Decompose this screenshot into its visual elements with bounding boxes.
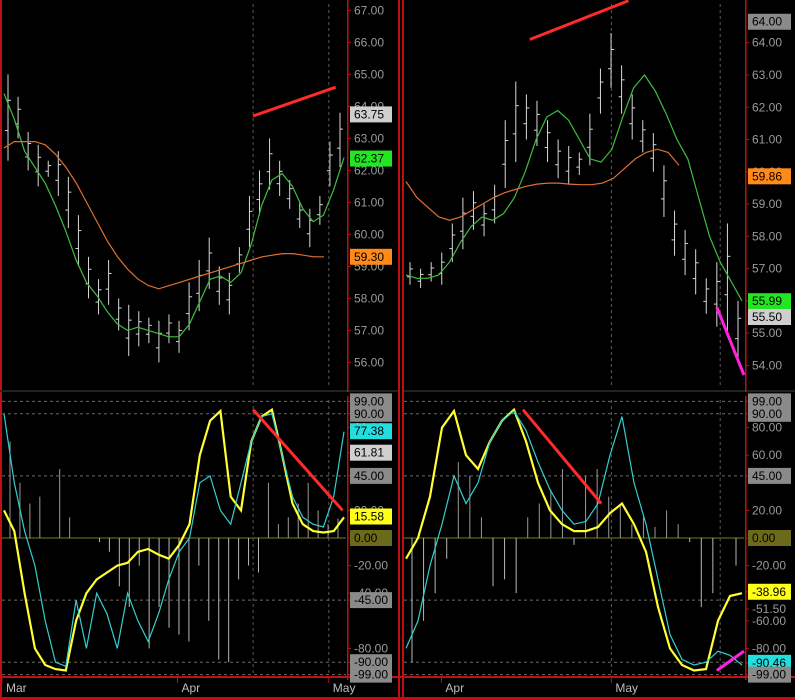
right-price-value-badge-label-2: 55.99 [752,294,782,308]
left-price-tick-label-1: 66.00 [354,35,384,49]
left-oscillator-tick-label-10: -80.00 [354,641,388,655]
left-price-tick-label-7: 60.00 [354,227,384,241]
right-oscillator-tick-label-11: -80.00 [752,641,786,655]
left-price-value-badge-label-2: 59.30 [354,250,384,264]
frame-right-pane-divider [404,390,795,392]
right-oscillator-value-badge-label-2: 45.00 [752,469,782,483]
left-price-tick-label-11: 56.00 [354,355,384,369]
frame-left-pane-divider [0,390,398,392]
left-oscillator-value-badge-label-1: 90.00 [354,407,384,421]
right-price-tick-label-0: 64.00 [752,36,782,50]
right-oscillator-value-badge-label-1: 90.00 [752,407,782,421]
left-price-tick-label-2: 65.00 [354,67,384,81]
left-oscillator-tick-label-7: -20.00 [354,559,388,573]
right-price-x-label-0: Apr [445,681,464,695]
right-oscillator-tick-label-5: 20.00 [752,503,782,517]
right-price-tick-label-3: 61.00 [752,133,782,147]
left-oscillator-value-badge-label-9: -99.00 [354,668,388,682]
left-oscillator-value-badge-label-7: -45.00 [354,593,388,607]
background [0,0,795,700]
left-oscillator-value-badge-label-6: 0.00 [354,531,378,545]
right-price-tick-label-7: 57.00 [752,262,782,276]
right-oscillator-tick-label-2: 80.00 [752,421,782,435]
right-price-tick-label-10: 54.00 [752,358,782,372]
left-price-tick-label-9: 58.00 [354,291,384,305]
left-oscillator-value-badge-label-3: 61.81 [354,446,384,460]
right-price-tick-label-6: 58.00 [752,229,782,243]
right-oscillator-tick-label-7: -20.00 [752,559,786,573]
right-price-value-badge-label-3: 55.50 [752,310,782,324]
left-price-tick-label-4: 63.00 [354,131,384,145]
left-price-tick-label-6: 61.00 [354,195,384,209]
frame-middle-separator-2 [402,0,404,700]
left-oscillator-value-badge-label-2: 77.38 [354,424,384,438]
right-price-tick-label-2: 62.00 [752,100,782,114]
left-oscillator-value-badge-label-4: 45.00 [354,469,384,483]
left-oscillator-value-badge-label-5: 15.58 [354,509,384,523]
left-price-x-label-0: Mar [6,681,27,695]
left-price-tick-label-10: 57.00 [354,323,384,337]
right-price-tick-label-5: 59.00 [752,197,782,211]
left-price-value-badge-label-0: 63.75 [354,107,384,121]
right-oscillator-value-badge-label-3: 0.00 [752,531,776,545]
left-price-value-badge-label-1: 62.37 [354,152,384,166]
right-price-tick-label-9: 55.00 [752,326,782,340]
frame-left-edge [0,0,2,700]
left-price-axis-line [347,0,349,392]
right-oscillator-value-badge-label-6: -99.00 [752,668,786,682]
right-oscillator-tick-label-3: 60.00 [752,448,782,462]
right-oscillator-value-badge-label-4: -38.96 [752,585,786,599]
right-oscillator-tick-label-10: -60.00 [752,614,786,628]
frame-date-axis-top [0,676,795,678]
right-price-value-badge-label-0: 64.00 [752,15,782,29]
frame-middle-separator [398,0,400,700]
left-price-tick-label-0: 67.00 [354,3,384,17]
left-price-x-label-2: May [333,681,356,695]
chart-canvas: 67.00 66.00 65.00 64.00 63.00 62.00 61.00 60.00… [0,0,795,700]
right-price-x-label-1: May [615,681,638,695]
right-price-tick-label-1: 63.00 [752,68,782,82]
left-price-x-label-1: Apr [181,681,200,695]
right-price-value-badge-label-1: 59.86 [752,169,782,183]
